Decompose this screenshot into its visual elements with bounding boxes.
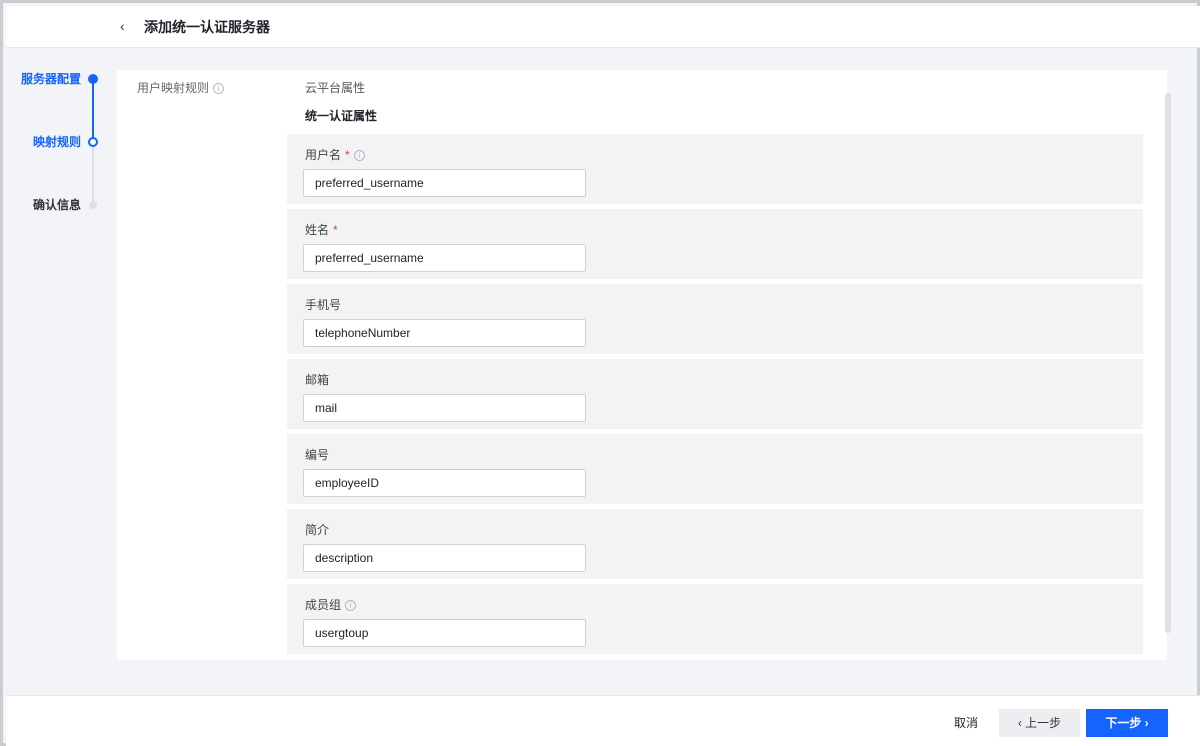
mapping-panel: 用户映射规则i 云平台属性 统一认证属性 用户名*i 姓名* 手机号 邮箱 编号…	[117, 70, 1167, 660]
field-label: 简介	[305, 523, 330, 537]
back-icon[interactable]: ‹	[120, 16, 136, 36]
email-field[interactable]	[303, 394, 586, 422]
info-icon[interactable]: i	[345, 600, 357, 611]
required-marker: *	[345, 148, 350, 162]
section-label: 用户映射规则 i	[137, 80, 225, 96]
field-row-group: 成员组 i	[287, 584, 1143, 654]
footer-bar: 取消 ‹ 上一步 下一步 ›	[6, 695, 1200, 746]
required-marker: *	[333, 223, 338, 237]
step-dot-current-icon	[88, 137, 98, 147]
field-row-phone: 手机号	[287, 284, 1143, 354]
field-label-text: 用户名	[305, 148, 342, 162]
member-group-field[interactable]	[303, 619, 586, 647]
next-step-button[interactable]: 下一步 ›	[1086, 709, 1168, 737]
step-mapping-rules[interactable]: 映射规则	[33, 134, 81, 150]
step-dot-completed-icon	[88, 74, 98, 84]
info-icon[interactable]: i	[353, 150, 365, 161]
phone-field[interactable]	[303, 319, 586, 347]
field-row-username: 用户名 * i	[287, 134, 1143, 204]
section-label-text: 用户映射规则	[137, 81, 210, 95]
field-label: 用户名 * i	[305, 147, 365, 163]
field-label: 手机号	[305, 298, 342, 312]
step-confirm-info: 确认信息	[32, 198, 81, 212]
field-label: 编号	[305, 448, 330, 462]
step-dot-pending-icon	[89, 201, 97, 209]
step-connector-completed	[92, 81, 94, 141]
field-row-name: 姓名 *	[287, 209, 1143, 279]
page-title: 添加统一认证服务器	[144, 19, 270, 35]
name-field[interactable]	[303, 244, 586, 272]
page-header: ‹ 添加统一认证服务器	[6, 6, 1200, 48]
field-label-text: 成员组	[305, 598, 342, 612]
field-label-text: 姓名	[305, 223, 330, 237]
field-row-employee-id: 编号	[287, 434, 1143, 504]
field-label: 邮箱	[305, 373, 330, 387]
description-field[interactable]	[303, 544, 586, 572]
scrollbar[interactable]	[1165, 93, 1171, 633]
app-window: ‹ 添加统一认证服务器 服务器配置 映射规则 确认信息 用户映射规则 i 云平台属…	[0, 0, 1200, 746]
step-navigator: 服务器配置 映射规则 确认信息	[3, 63, 113, 233]
step-server-config[interactable]: 服务器配置	[21, 71, 81, 87]
column-header-cloud: 云平台属性	[305, 81, 366, 95]
field-label: 姓名 *	[305, 222, 338, 238]
field-label: 成员组 i	[305, 597, 357, 613]
step-connector-pending	[92, 147, 94, 203]
username-field[interactable]	[303, 169, 586, 197]
info-icon[interactable]: i	[213, 83, 225, 94]
cancel-button[interactable]: 取消	[940, 709, 992, 737]
field-row-description: 简介	[287, 509, 1143, 579]
employee-id-field[interactable]	[303, 469, 586, 497]
field-row-email: 邮箱	[287, 359, 1143, 429]
previous-step-button[interactable]: ‹ 上一步	[999, 709, 1080, 737]
column-header-auth: 统一认证属性	[305, 109, 378, 123]
